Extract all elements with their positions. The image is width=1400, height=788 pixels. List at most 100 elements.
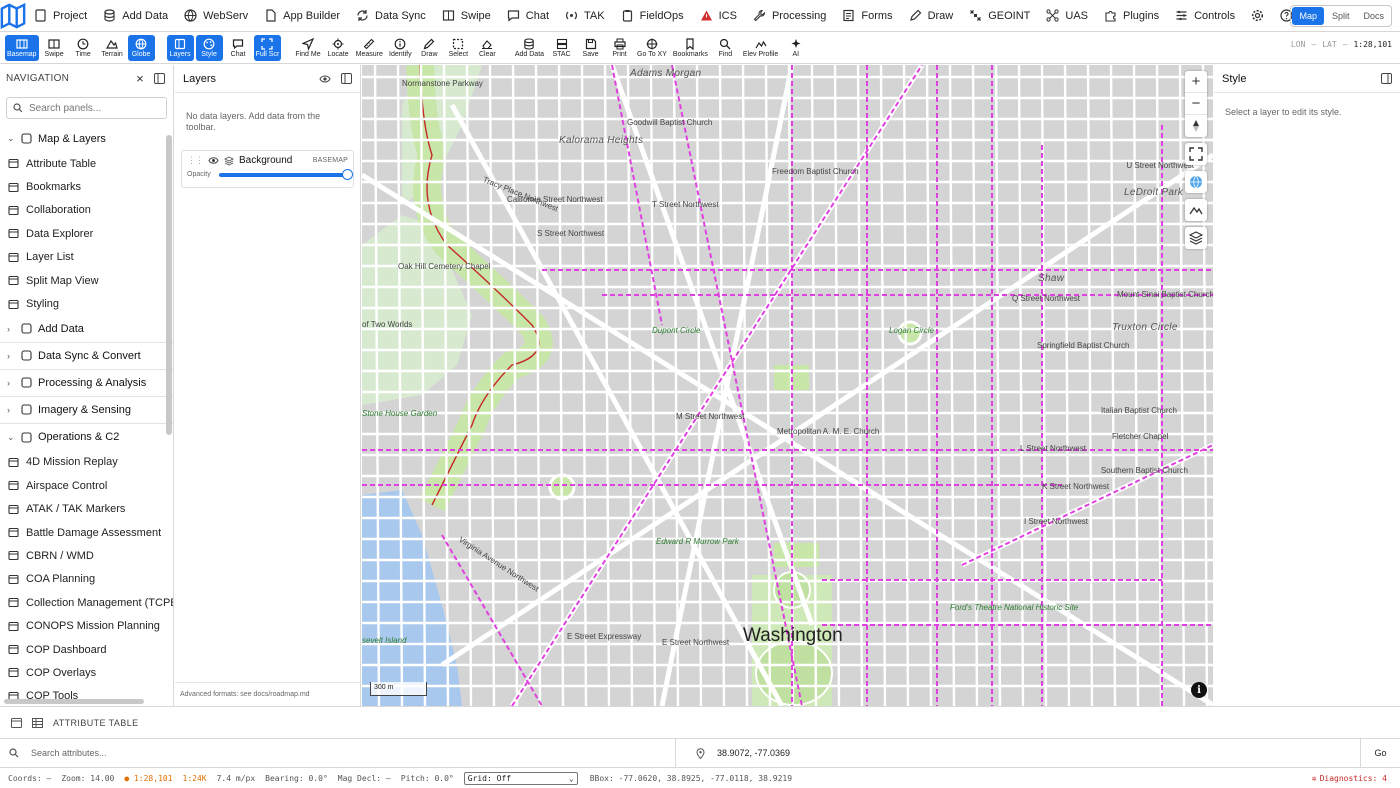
nav-item-airspace-control[interactable]: Airspace Control bbox=[0, 474, 173, 497]
tool-basemap-button[interactable]: Basemap bbox=[5, 34, 39, 61]
tool-locate-button[interactable]: Locate bbox=[325, 35, 352, 61]
nav-item-bookmarks[interactable]: Bookmarks bbox=[0, 175, 173, 198]
tool-clear-button[interactable]: Clear bbox=[474, 35, 501, 61]
tool-chat-button[interactable]: Chat bbox=[225, 35, 252, 61]
nav-item-coa-planning[interactable]: COA Planning bbox=[0, 568, 173, 591]
globe-icon[interactable] bbox=[1185, 171, 1207, 193]
tool-measure-button[interactable]: Measure bbox=[354, 35, 385, 61]
nav-item-collection-management-tcped[interactable]: Collection Management (TCPED) bbox=[0, 591, 173, 614]
tool-save-button[interactable]: Save bbox=[577, 35, 604, 61]
menu-forms-button[interactable]: Forms bbox=[834, 0, 900, 32]
nav-item-atak-tak-markers[interactable]: ATAK / TAK Markers bbox=[0, 498, 173, 521]
go-button[interactable]: Go bbox=[1360, 739, 1400, 767]
menu-add-data-button[interactable]: Add Data bbox=[95, 0, 176, 32]
tool-ai-button[interactable]: AI bbox=[782, 35, 809, 61]
panel-search-input[interactable]: Search panels... bbox=[6, 97, 167, 119]
tool-identify-button[interactable]: Identify bbox=[387, 35, 414, 61]
nav-section-map-layers[interactable]: ⌄ Map & Layers bbox=[0, 125, 173, 152]
nav-item-conops-mission-planning[interactable]: CONOPS Mission Planning bbox=[0, 614, 173, 637]
collapse-panel-icon[interactable] bbox=[154, 72, 165, 84]
mode-map-button[interactable]: Map bbox=[1292, 7, 1324, 25]
menu-fieldops-button[interactable]: FieldOps bbox=[613, 0, 692, 32]
grid-select[interactable]: Grid: Off ⌄ bbox=[463, 771, 578, 785]
menu-tak-button[interactable]: TAK bbox=[557, 0, 613, 32]
opacity-slider-handle[interactable] bbox=[342, 168, 353, 180]
zoom-out-button[interactable]: − bbox=[1185, 93, 1207, 115]
terminal-icon[interactable] bbox=[11, 717, 22, 728]
attribute-search-input[interactable]: Search attributes... bbox=[0, 739, 676, 767]
nav-scrollbar[interactable] bbox=[166, 135, 172, 435]
menu-geoint-button[interactable]: GEOINT bbox=[961, 0, 1038, 32]
tool-swipe-button[interactable]: Swipe bbox=[41, 35, 68, 61]
tool-globe-button[interactable]: Globe bbox=[127, 34, 155, 61]
terrain-icon[interactable] bbox=[1185, 199, 1207, 221]
coordinate-input[interactable]: 38.9072, -77.0369 bbox=[676, 739, 1360, 767]
menu-chat-button[interactable]: Chat bbox=[499, 0, 557, 32]
mode-docs-button[interactable]: Docs bbox=[1356, 6, 1391, 26]
nav-item-split-map-view[interactable]: Split Map View bbox=[0, 269, 173, 292]
menu-controls-button[interactable]: Controls bbox=[1167, 0, 1243, 32]
collapse-panel-icon[interactable] bbox=[341, 73, 352, 84]
nav-horizontal-scrollbar[interactable] bbox=[4, 699, 144, 704]
menu-swipe-button[interactable]: Swipe bbox=[434, 0, 499, 32]
close-icon[interactable]: × bbox=[136, 71, 144, 86]
tool-find-button[interactable]: Find bbox=[712, 35, 739, 61]
tool-find-me-button[interactable]: Find Me bbox=[293, 35, 322, 61]
menu-ics-button[interactable]: ICS bbox=[692, 0, 745, 32]
nav-item-attribute-table[interactable]: Attribute Table bbox=[0, 152, 173, 175]
nav-item-styling[interactable]: Styling bbox=[0, 292, 173, 315]
menu-plugins-button[interactable]: Plugins bbox=[1096, 0, 1167, 32]
nav-section-operations-c2[interactable]: ⌄ Operations & C2 bbox=[0, 424, 173, 451]
menu-draw-button[interactable]: Draw bbox=[901, 0, 962, 32]
menu-data-sync-button[interactable]: Data Sync bbox=[348, 0, 434, 32]
tool-full-scr-button[interactable]: Full Scr bbox=[253, 34, 282, 61]
menu-uas-button[interactable]: UAS bbox=[1038, 0, 1096, 32]
tool-add-data-button[interactable]: Add Data bbox=[513, 35, 546, 61]
tool-terrain-button[interactable]: Terrain bbox=[99, 35, 126, 61]
menu-project-button[interactable]: Project bbox=[26, 0, 95, 32]
tool-go-to-xy-button[interactable]: Go To XY bbox=[635, 35, 669, 61]
opacity-slider[interactable] bbox=[218, 168, 353, 180]
layer-item-background[interactable]: ⋮⋮ Background BASEMAP Opacity bbox=[181, 150, 354, 188]
tool-print-button[interactable]: Print bbox=[606, 35, 633, 61]
visibility-eye-icon[interactable] bbox=[208, 156, 219, 165]
diagnostics-indicator[interactable]: ✲ Diagnostics: 4 bbox=[1312, 774, 1387, 783]
drag-handle-icon[interactable]: ⋮⋮ bbox=[187, 155, 204, 166]
tool-layers-button[interactable]: Layers bbox=[166, 34, 194, 61]
tool-bookmarks-button[interactable]: Bookmarks bbox=[671, 35, 710, 61]
menu-settings-button[interactable] bbox=[1243, 0, 1272, 32]
tool-style-button[interactable]: Style bbox=[195, 34, 223, 61]
nav-item-collaboration[interactable]: Collaboration bbox=[0, 199, 173, 222]
attribute-table-bar[interactable]: ATTRIBUTE TABLE bbox=[0, 706, 1400, 739]
app-logo-icon[interactable] bbox=[0, 0, 26, 32]
nav-section-processing-analysis[interactable]: › Processing & Analysis bbox=[0, 370, 173, 397]
zoom-in-button[interactable]: + bbox=[1185, 71, 1207, 93]
nav-item-data-explorer[interactable]: Data Explorer bbox=[0, 222, 173, 245]
nav-item-cop-overlays[interactable]: COP Overlays bbox=[0, 661, 173, 684]
info-icon[interactable]: i bbox=[1191, 682, 1207, 698]
fullscreen-icon[interactable] bbox=[1185, 143, 1207, 165]
tool-elev-profile-button[interactable]: Elev Profile bbox=[741, 35, 780, 61]
nav-section-add-data[interactable]: › Add Data bbox=[0, 316, 173, 343]
map-canvas[interactable]: Adams Morgan Normanstone Parkway Kalorama … bbox=[362, 65, 1213, 706]
tool-stac-button[interactable]: STAC bbox=[548, 35, 575, 61]
nav-item-layer-list[interactable]: Layer List bbox=[0, 246, 173, 269]
menu-processing-button[interactable]: Processing bbox=[745, 0, 834, 32]
tool-draw-button[interactable]: Draw bbox=[416, 35, 443, 61]
nav-item-battle-damage-assessment[interactable]: Battle Damage Assessment bbox=[0, 521, 173, 544]
layers-icon[interactable] bbox=[1185, 227, 1207, 249]
tool-select-button[interactable]: Select bbox=[445, 35, 472, 61]
tool-time-button[interactable]: Time bbox=[70, 35, 97, 61]
nav-item-4d-mission-replay[interactable]: 4D Mission Replay bbox=[0, 451, 173, 474]
mode-split-button[interactable]: Split bbox=[1325, 6, 1357, 26]
menu-webserv-button[interactable]: WebServ bbox=[176, 0, 256, 32]
nav-section-data-sync-convert[interactable]: › Data Sync & Convert bbox=[0, 343, 173, 370]
nav-item-cop-dashboard[interactable]: COP Dashboard bbox=[0, 638, 173, 661]
collapse-panel-icon[interactable] bbox=[1381, 73, 1392, 84]
nav-section-imagery-sensing[interactable]: › Imagery & Sensing bbox=[0, 397, 173, 424]
status-scale[interactable]: ● 1:28,101 bbox=[124, 774, 172, 783]
nav-item-cbrn-wmd[interactable]: CBRN / WMD bbox=[0, 544, 173, 567]
compass-north-icon[interactable] bbox=[1185, 115, 1207, 137]
menu-app-builder-button[interactable]: App Builder bbox=[256, 0, 348, 32]
eye-icon[interactable] bbox=[319, 74, 331, 84]
